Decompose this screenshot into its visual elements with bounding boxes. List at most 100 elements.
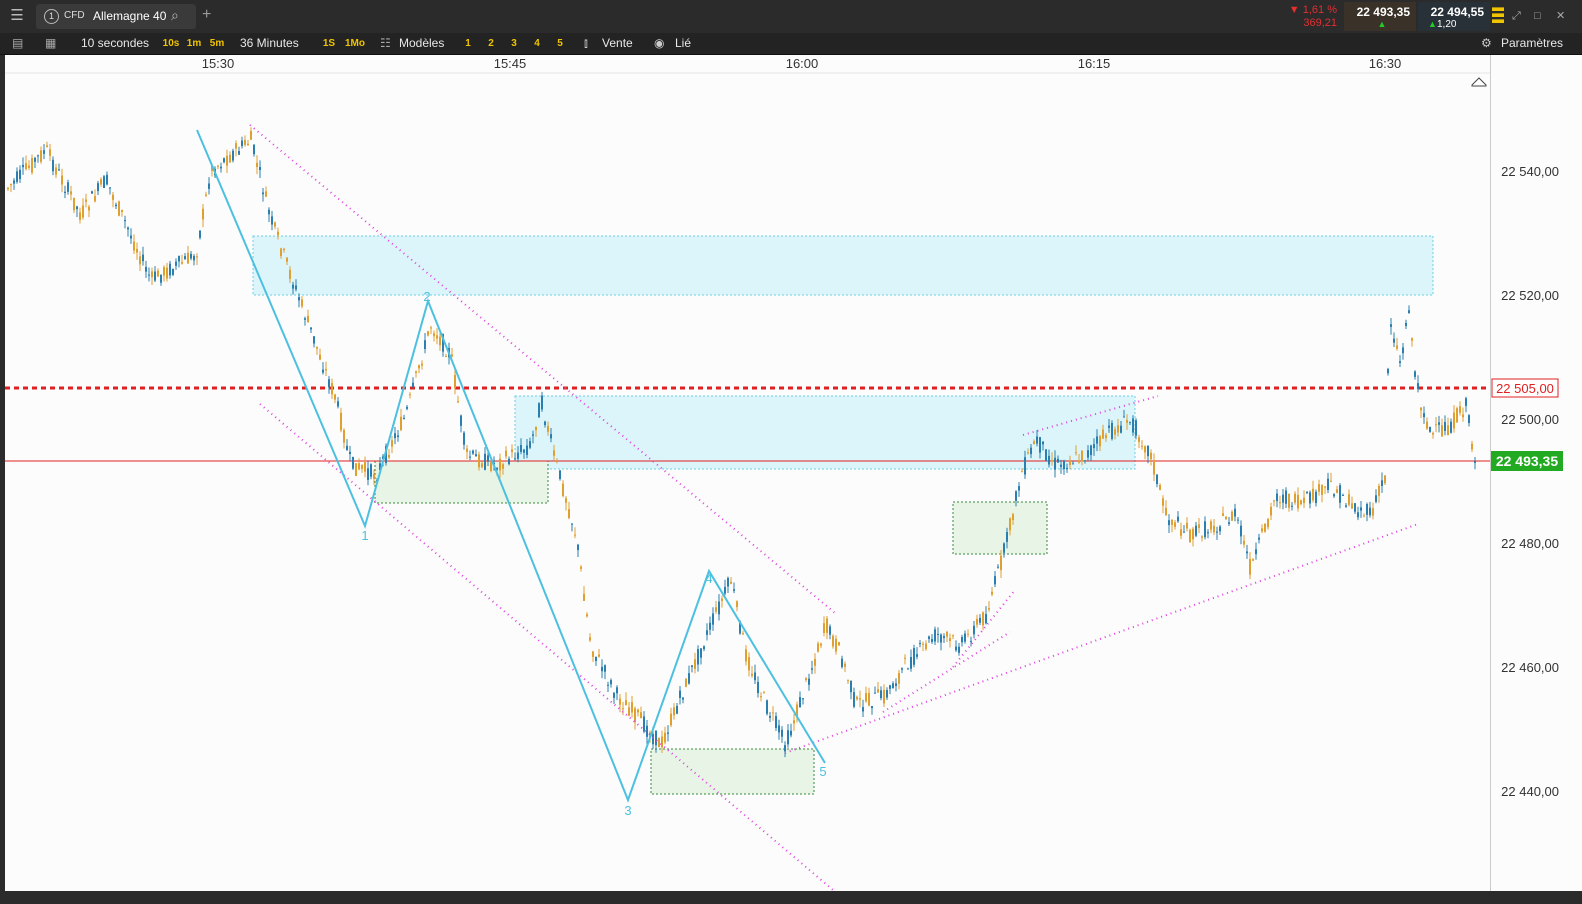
layout-5[interactable]: 5 <box>553 36 567 51</box>
candle-body <box>520 445 522 452</box>
candle-body <box>301 299 303 307</box>
candle-body <box>343 429 345 443</box>
side-select[interactable]: Vente <box>602 33 633 54</box>
maximize-icon[interactable]: □ <box>1534 10 1541 22</box>
search-icon[interactable]: ⌕ <box>171 7 179 24</box>
candle-body <box>1237 519 1239 521</box>
interval-select[interactable]: 10 secondes <box>81 33 149 54</box>
gear-icon[interactable]: ⚙ <box>1481 33 1492 54</box>
candle-body <box>103 176 105 189</box>
candle-body <box>1153 460 1155 475</box>
support-zone[interactable] <box>374 460 549 504</box>
candle-body <box>502 464 504 469</box>
candle-body <box>1456 408 1458 423</box>
candle-body <box>928 636 930 639</box>
candle-body <box>253 144 255 155</box>
trend-line[interactable] <box>784 523 1419 754</box>
candle-body <box>844 663 846 667</box>
candles-icon[interactable]: ⫾ <box>584 33 588 54</box>
candle-body <box>919 643 921 645</box>
layout-1[interactable]: 1 <box>461 36 475 51</box>
buy-price-button[interactable]: 22 494,55 ▲ 1,20 ▲ <box>1378 2 1490 31</box>
candle-body <box>1219 526 1221 532</box>
status-bar <box>0 891 1582 904</box>
instrument-tab[interactable]: 1 CFD Allemagne 40 ⌕ <box>36 4 196 29</box>
range-1s[interactable]: 1S <box>320 36 338 51</box>
time-label: 16:15 <box>1078 56 1111 71</box>
add-tab-button[interactable]: + <box>202 6 211 24</box>
templates-icon[interactable]: ☷ <box>380 33 391 54</box>
range-select[interactable]: 36 Minutes <box>240 33 299 54</box>
candle-body <box>631 702 633 713</box>
candle-body <box>1192 528 1194 540</box>
candle-body <box>511 449 513 453</box>
candle-body <box>424 340 426 349</box>
candle-body <box>58 169 60 171</box>
expand-icon[interactable]: ⤢ <box>1512 10 1521 23</box>
candle-body <box>829 626 831 635</box>
candle-body <box>91 191 93 194</box>
candle-body <box>742 633 744 635</box>
templates-button[interactable]: Modèles <box>399 33 444 54</box>
candle-body <box>1084 460 1086 462</box>
candle-body <box>1009 518 1011 531</box>
chart-canvas[interactable]: 15:30 15:45 16:00 16:15 16:30 1 2 3 4 5 <box>5 55 1490 891</box>
layout-icon[interactable]: ▦ <box>45 33 56 54</box>
candle-body <box>346 445 348 451</box>
candle-body <box>925 643 927 650</box>
range-1mo[interactable]: 1Mo <box>343 36 367 51</box>
candle-body <box>1003 543 1005 553</box>
candle-body <box>862 707 864 712</box>
candle-body <box>244 139 246 145</box>
home-icon[interactable] <box>1471 77 1487 87</box>
candle-body <box>1198 524 1200 529</box>
menu-icon[interactable]: ☰ <box>4 4 30 28</box>
linked-toggle[interactable]: Lié <box>675 33 691 54</box>
candle-body <box>469 456 471 458</box>
candle-body <box>1168 520 1170 526</box>
candle-body <box>367 468 369 480</box>
candle-body <box>880 690 882 699</box>
candle-body <box>457 401 459 403</box>
candle-body <box>874 692 876 694</box>
candle-body <box>586 614 588 617</box>
candle-body <box>619 698 621 705</box>
support-zone[interactable] <box>952 501 1048 555</box>
support-zone[interactable] <box>650 748 815 795</box>
color-bars-icon[interactable]: ▬ ▬ ▬ <box>1492 1 1504 25</box>
interval-10s[interactable]: 10s <box>162 36 180 51</box>
candle-body <box>1183 531 1185 533</box>
layout-2[interactable]: 2 <box>484 36 498 51</box>
candle-body <box>955 646 957 651</box>
interval-5m[interactable]: 5m <box>208 36 226 51</box>
candle-body <box>1078 460 1080 463</box>
candle-body <box>232 150 234 161</box>
trend-line[interactable] <box>249 124 836 614</box>
candle-body <box>1066 467 1068 469</box>
interval-1m[interactable]: 1m <box>185 36 203 51</box>
candle-body <box>178 255 180 262</box>
candle-body <box>1375 495 1377 502</box>
candle-body <box>427 331 429 336</box>
layout-3[interactable]: 3 <box>507 36 521 51</box>
spread-value: 1,20 <box>1437 19 1457 30</box>
eye-icon[interactable]: ◉ <box>654 33 664 54</box>
candle-body <box>964 633 966 642</box>
supply-zone[interactable] <box>514 395 1136 470</box>
close-icon[interactable]: ✕ <box>1556 9 1565 22</box>
price-chart[interactable]: 15:30 15:45 16:00 16:15 16:30 1 2 3 4 5 <box>5 55 1490 891</box>
candle-body <box>646 725 648 737</box>
trend-line[interactable] <box>952 589 1016 668</box>
layout-4[interactable]: 4 <box>530 36 544 51</box>
price-axis[interactable]: 22 540,00 22 520,00 22 500,00 22 480,00 … <box>1490 55 1582 891</box>
candle-body <box>733 589 735 591</box>
resistance-zone[interactable] <box>252 235 1434 296</box>
candle-body <box>85 199 87 202</box>
settings-button[interactable]: Paramètres <box>1501 33 1563 54</box>
candle-body <box>466 448 468 452</box>
candle-body <box>94 196 96 202</box>
candle-body <box>43 150 45 154</box>
candle-body <box>505 450 507 457</box>
list-icon[interactable]: ▤ <box>12 33 23 54</box>
candle-body <box>1228 522 1230 524</box>
